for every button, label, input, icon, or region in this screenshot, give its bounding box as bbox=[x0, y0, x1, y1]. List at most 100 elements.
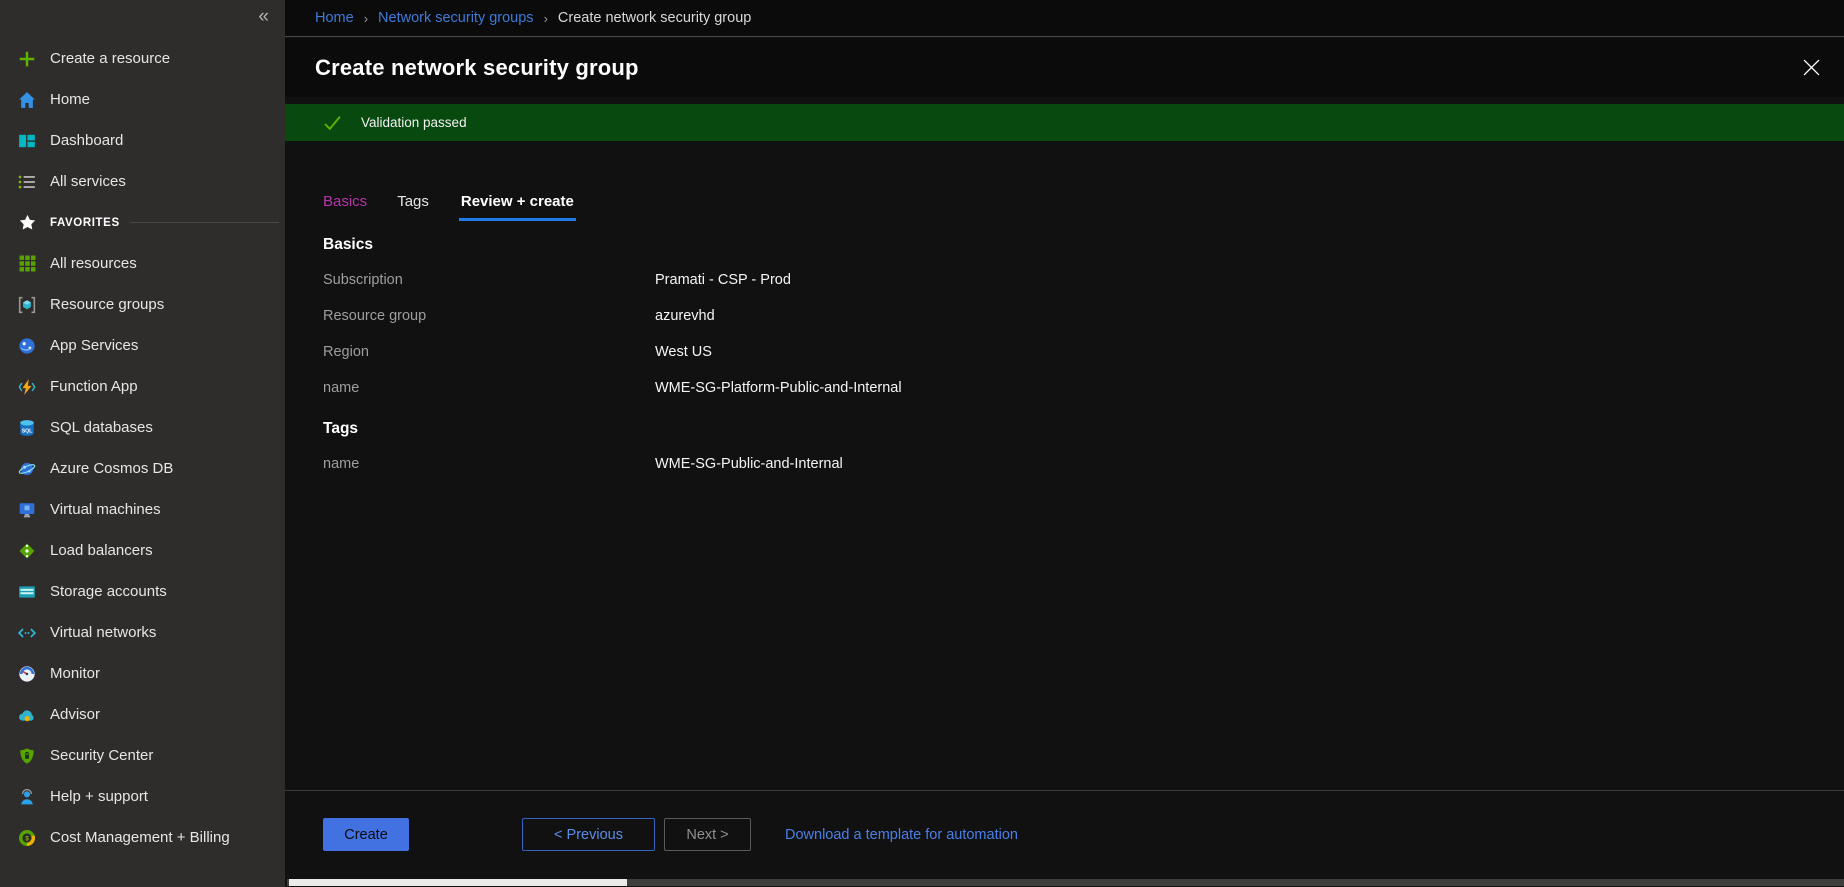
breadcrumb-current: Create network security group bbox=[558, 10, 751, 26]
sidebar: « Create a resource Home Dashboard All s… bbox=[0, 0, 285, 887]
validation-banner: Validation passed bbox=[285, 104, 1844, 141]
validation-banner-text: Validation passed bbox=[361, 115, 467, 130]
page-title: Create network security group bbox=[315, 55, 639, 81]
sidebar-item-create-a-resource[interactable]: Create a resource bbox=[0, 38, 285, 79]
sidebar-item-security-center[interactable]: Security Center bbox=[0, 735, 285, 776]
sidebar-item-sql-databases[interactable]: SQL SQL databases bbox=[0, 407, 285, 448]
database-icon: SQL bbox=[17, 418, 37, 438]
breadcrumb: Home › Network security groups › Create … bbox=[285, 0, 1844, 37]
favorites-divider bbox=[130, 222, 279, 223]
sidebar-item-label: Create a resource bbox=[50, 50, 170, 67]
download-template-link[interactable]: Download a template for automation bbox=[785, 827, 1018, 843]
sidebar-item-resource-groups[interactable]: Resource groups bbox=[0, 284, 285, 325]
row-value: WME-SG-Public-and-Internal bbox=[655, 456, 843, 472]
breadcrumb-separator: › bbox=[544, 11, 548, 26]
sidebar-item-app-services[interactable]: App Services bbox=[0, 325, 285, 366]
sidebar-item-virtual-networks[interactable]: Virtual networks bbox=[0, 612, 285, 653]
row-label: name bbox=[323, 380, 655, 396]
gauge-icon bbox=[17, 664, 37, 684]
row-label: name bbox=[323, 456, 655, 472]
previous-button[interactable]: < Previous bbox=[522, 818, 655, 851]
lightning-icon bbox=[17, 377, 37, 397]
sidebar-section-label: FAVORITES bbox=[50, 217, 120, 229]
breadcrumb-network-security-groups[interactable]: Network security groups bbox=[378, 10, 534, 26]
sidebar-item-label: Load balancers bbox=[50, 542, 153, 559]
review-row-subscription: Subscription Pramati - CSP - Prod bbox=[323, 262, 1804, 298]
stack-icon bbox=[17, 582, 37, 602]
sidebar-item-label: Monitor bbox=[50, 665, 100, 682]
row-value: WME-SG-Platform-Public-and-Internal bbox=[655, 380, 902, 396]
tab-bar: Basics Tags Review + create bbox=[323, 193, 606, 221]
sidebar-item-help-support[interactable]: Help + support bbox=[0, 776, 285, 817]
close-icon[interactable] bbox=[1798, 55, 1824, 81]
angle-brackets-icon bbox=[17, 623, 37, 643]
breadcrumb-home[interactable]: Home bbox=[315, 10, 354, 26]
row-label: Subscription bbox=[323, 272, 655, 288]
horizontal-scrollbar[interactable] bbox=[287, 879, 1844, 886]
sidebar-item-label: Cost Management + Billing bbox=[50, 829, 230, 846]
create-button[interactable]: Create bbox=[323, 818, 409, 851]
cube-icon bbox=[17, 295, 37, 315]
sidebar-item-label: App Services bbox=[50, 337, 138, 354]
tab-review-create[interactable]: Review + create bbox=[459, 193, 576, 221]
row-value: West US bbox=[655, 344, 712, 360]
sidebar-item-virtual-machines[interactable]: Virtual machines bbox=[0, 489, 285, 530]
row-value: Pramati - CSP - Prod bbox=[655, 272, 791, 288]
star-icon bbox=[17, 213, 37, 233]
sidebar-item-label: Storage accounts bbox=[50, 583, 167, 600]
sidebar-item-azure-cosmos-db[interactable]: Azure Cosmos DB bbox=[0, 448, 285, 489]
sidebar-item-label: Advisor bbox=[50, 706, 100, 723]
plus-icon bbox=[17, 49, 37, 69]
sidebar-item-label: Azure Cosmos DB bbox=[50, 460, 173, 477]
sidebar-item-label: SQL databases bbox=[50, 419, 153, 436]
sidebar-item-label: Virtual machines bbox=[50, 501, 161, 518]
sidebar-item-home[interactable]: Home bbox=[0, 79, 285, 120]
sidebar-item-label: Resource groups bbox=[50, 296, 164, 313]
home-icon bbox=[17, 90, 37, 110]
sidebar-item-label: All resources bbox=[50, 255, 137, 272]
sidebar-item-advisor[interactable]: Advisor bbox=[0, 694, 285, 735]
globe-icon bbox=[17, 336, 37, 356]
sidebar-item-monitor[interactable]: Monitor bbox=[0, 653, 285, 694]
section-heading-tags: Tags bbox=[323, 420, 1804, 446]
planet-icon bbox=[17, 459, 37, 479]
sidebar-item-storage-accounts[interactable]: Storage accounts bbox=[0, 571, 285, 612]
sidebar-collapse-icon[interactable]: « bbox=[258, 6, 269, 28]
blade-footer: Create < Previous Next > Download a temp… bbox=[285, 790, 1844, 878]
sidebar-item-dashboard[interactable]: Dashboard bbox=[0, 120, 285, 161]
list-icon bbox=[17, 172, 37, 192]
sidebar-item-load-balancers[interactable]: Load balancers bbox=[0, 530, 285, 571]
main-blade: Home › Network security groups › Create … bbox=[285, 0, 1844, 887]
review-row-region: Region West US bbox=[323, 334, 1804, 370]
dashboard-icon bbox=[17, 131, 37, 151]
tab-tags[interactable]: Tags bbox=[397, 193, 429, 221]
sidebar-item-function-app[interactable]: Function App bbox=[0, 366, 285, 407]
donut-icon: $ bbox=[17, 828, 37, 848]
next-button[interactable]: Next > bbox=[664, 818, 751, 851]
row-label: Resource group bbox=[323, 308, 655, 324]
shield-icon bbox=[17, 746, 37, 766]
breadcrumb-separator: › bbox=[364, 11, 368, 26]
blade-titlebar: Create network security group bbox=[285, 38, 1844, 97]
sidebar-item-label: Help + support bbox=[50, 788, 148, 805]
sidebar-item-label: Security Center bbox=[50, 747, 153, 764]
person-icon bbox=[17, 787, 37, 807]
sidebar-item-label: Dashboard bbox=[50, 132, 123, 149]
sidebar-item-label: Virtual networks bbox=[50, 624, 156, 641]
review-row-tag-name: name WME-SG-Public-and-Internal bbox=[323, 446, 1804, 482]
sidebar-item-label: Function App bbox=[50, 378, 138, 395]
sidebar-item-cost-management-billing[interactable]: $ Cost Management + Billing bbox=[0, 817, 285, 858]
tab-basics[interactable]: Basics bbox=[323, 193, 367, 221]
cloud-icon bbox=[17, 705, 37, 725]
grid-icon bbox=[17, 254, 37, 274]
diamond-icon bbox=[17, 541, 37, 561]
section-heading-basics: Basics bbox=[323, 236, 1804, 262]
svg-text:SQL: SQL bbox=[22, 428, 33, 434]
sidebar-section-favorites: FAVORITES bbox=[0, 202, 285, 243]
sidebar-nav: Create a resource Home Dashboard All ser… bbox=[0, 38, 285, 858]
sidebar-item-label: Home bbox=[50, 91, 90, 108]
sidebar-item-all-resources[interactable]: All resources bbox=[0, 243, 285, 284]
review-summary: Basics Subscription Pramati - CSP - Prod… bbox=[323, 236, 1804, 482]
sidebar-item-all-services[interactable]: All services bbox=[0, 161, 285, 202]
horizontal-scrollbar-thumb[interactable] bbox=[289, 879, 627, 886]
